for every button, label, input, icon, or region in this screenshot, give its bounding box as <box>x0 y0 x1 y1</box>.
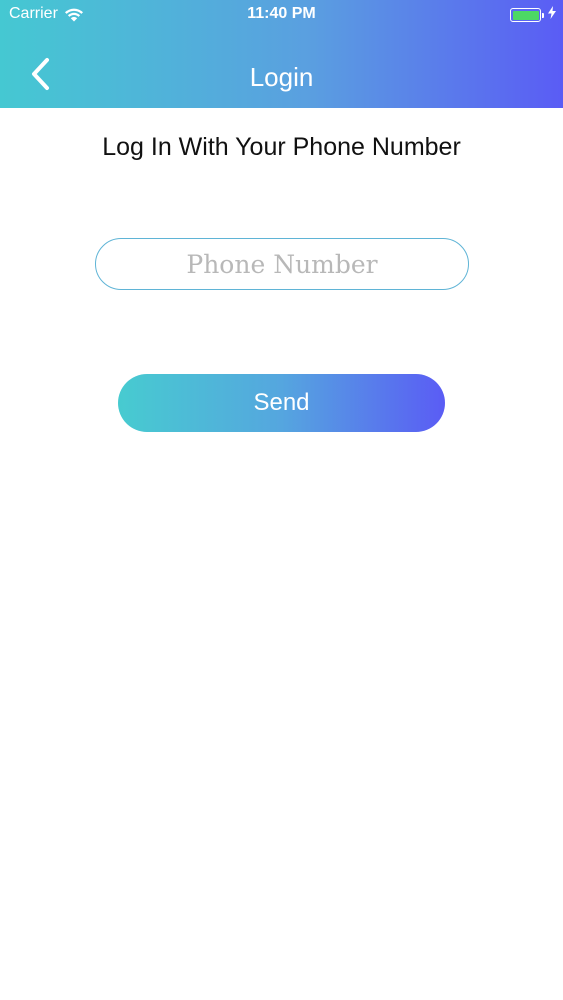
battery-group <box>510 6 556 24</box>
charging-bolt-icon <box>548 6 556 24</box>
nav-title: Login <box>249 62 314 92</box>
battery-fill <box>512 10 539 20</box>
battery-cap <box>542 12 544 18</box>
status-time: 11:40 PM <box>247 5 316 22</box>
status-bar: Carrier 11:40 PM <box>0 0 563 30</box>
page-heading: Log In With Your Phone Number <box>102 133 461 161</box>
phone-number-input[interactable] <box>95 238 469 290</box>
battery-icon <box>510 8 541 22</box>
send-button[interactable]: Send <box>118 374 445 432</box>
header: Carrier 11:40 PM Login <box>0 0 563 108</box>
nav-bar: Login <box>0 44 563 108</box>
